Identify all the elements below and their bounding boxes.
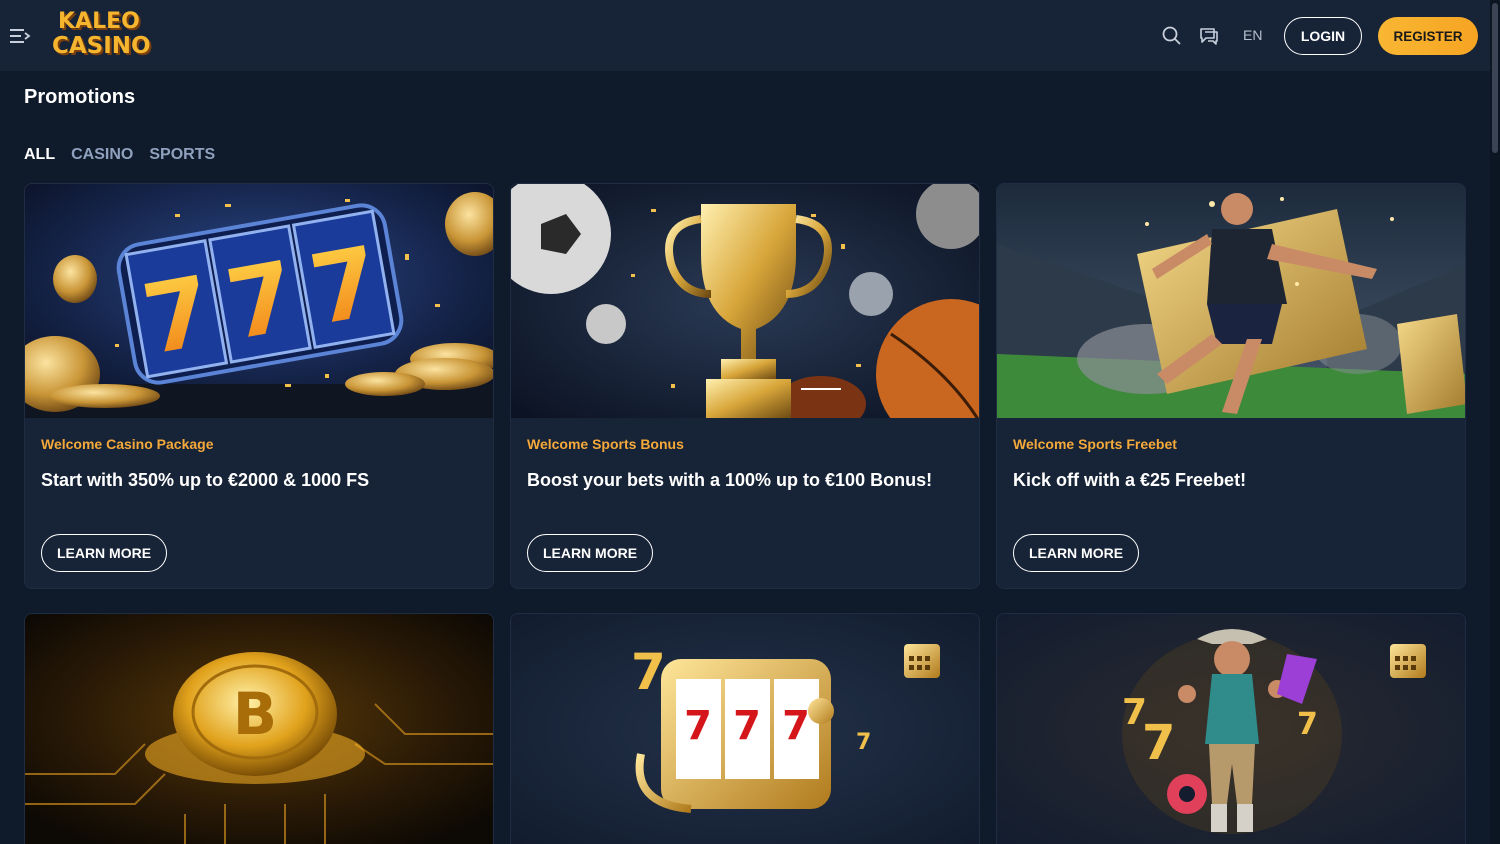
learn-more-button[interactable]: LEARN MORE: [1013, 534, 1139, 572]
svg-text:7: 7: [1142, 715, 1175, 771]
learn-more-button[interactable]: LEARN MORE: [527, 534, 653, 572]
svg-text:7: 7: [782, 703, 810, 749]
promo-title: Start with 350% up to €2000 & 1000 FS: [41, 470, 370, 490]
promo-card-weekly[interactable]: 7 7 7: [996, 613, 1466, 844]
logo-line-2: CASINO: [52, 33, 151, 59]
svg-text:7: 7: [684, 703, 712, 749]
promo-card-sports-welcome[interactable]: Welcome Sports Bonus Boost your bets wit…: [510, 183, 980, 589]
promo-image-trophy: [511, 184, 979, 418]
filter-casino[interactable]: CASINO: [71, 146, 133, 164]
learn-more-button[interactable]: LEARN MORE: [41, 534, 167, 572]
promo-title: Boost your bets with a 100% up to €100 B…: [527, 470, 933, 490]
filter-sports[interactable]: SPORTS: [149, 146, 215, 164]
promo-card-crypto[interactable]: B: [24, 613, 494, 844]
svg-text:7: 7: [631, 643, 666, 701]
promotion-filters: ALL CASINO SPORTS: [24, 146, 215, 164]
register-button[interactable]: REGISTER: [1378, 17, 1478, 55]
promo-card-casino-welcome[interactable]: 7 7 7 Welcome Casino Package Start with …: [24, 183, 494, 589]
filter-all[interactable]: ALL: [24, 146, 55, 164]
promo-image-cowboy: 7 7 7: [997, 614, 1465, 844]
promo-card-reload[interactable]: 7 7 7 7 7: [510, 613, 980, 844]
top-bar: KALEO CASINO EN LOGIN REGISTER: [0, 0, 1490, 71]
login-button[interactable]: LOGIN: [1284, 17, 1362, 55]
svg-text:7: 7: [1297, 707, 1318, 742]
logo-line-1: KALEO: [58, 9, 140, 34]
menu-toggle-icon[interactable]: [10, 27, 32, 45]
promo-category: Welcome Sports Bonus: [527, 436, 684, 452]
logo[interactable]: KALEO CASINO: [52, 9, 151, 60]
svg-text:7: 7: [733, 703, 761, 749]
svg-text:B: B: [233, 680, 277, 748]
promo-image-slot-machine: 7 7 7 7 7: [511, 614, 979, 844]
chat-icon[interactable]: [1198, 25, 1220, 47]
promo-card-sports-freebet[interactable]: Welcome Sports Freebet Kick off with a €…: [996, 183, 1466, 589]
promo-image-footballer: [997, 184, 1465, 418]
promo-title: Kick off with a €25 Freebet!: [1013, 470, 1247, 490]
svg-text:7: 7: [856, 730, 871, 755]
page-title: Promotions: [24, 86, 136, 108]
language-selector[interactable]: EN: [1243, 27, 1262, 43]
promo-category: Welcome Casino Package: [41, 436, 214, 452]
promo-image-slot-777: 7 7 7: [25, 184, 493, 418]
search-icon[interactable]: [1161, 25, 1183, 47]
scrollbar-thumb[interactable]: [1492, 3, 1498, 153]
promo-image-bitcoin: B: [25, 614, 493, 844]
promo-category: Welcome Sports Freebet: [1013, 436, 1177, 452]
